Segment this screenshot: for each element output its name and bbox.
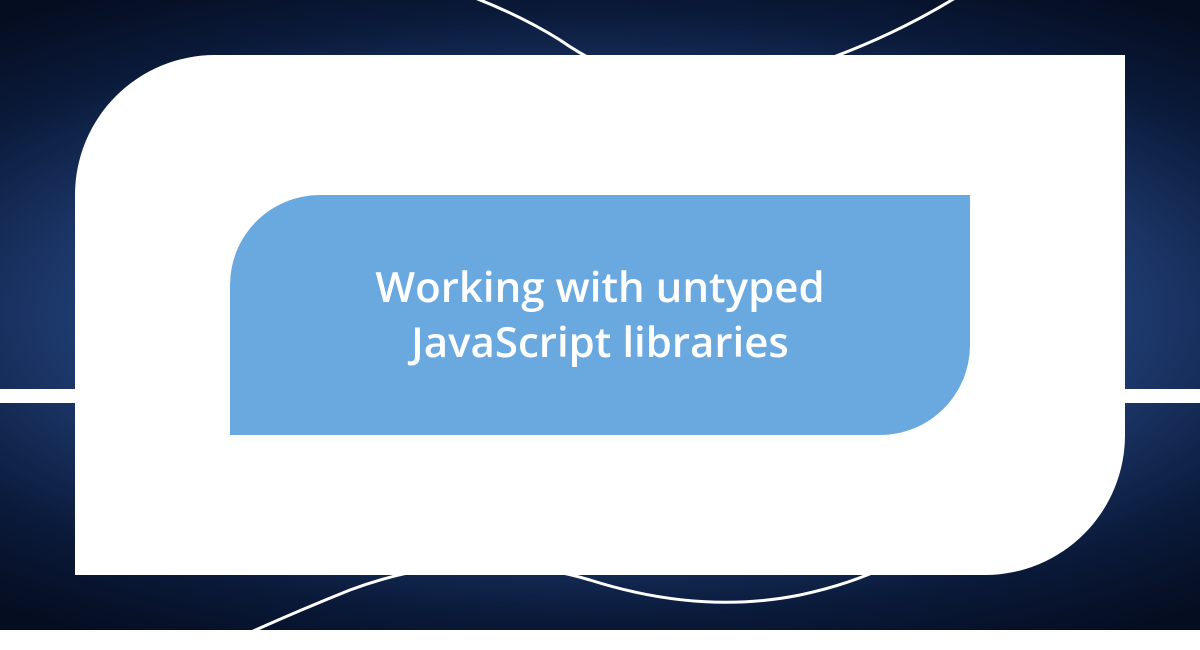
inner-card: Working with untyped JavaScript librarie…	[230, 195, 970, 435]
page-title: Working with untyped JavaScript librarie…	[230, 260, 970, 369]
